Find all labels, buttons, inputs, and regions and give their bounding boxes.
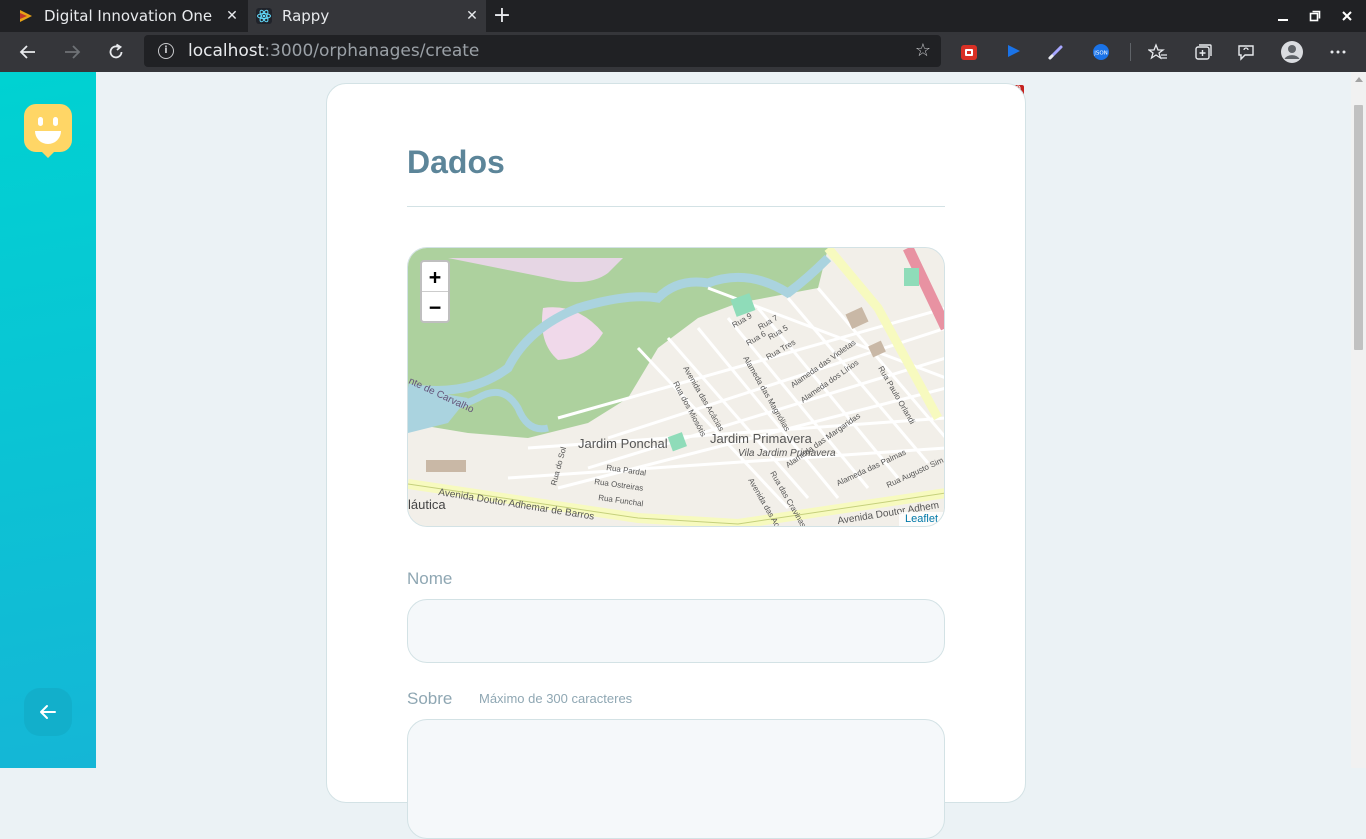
extension-red-icon[interactable] (957, 40, 981, 64)
forward-arrow-icon[interactable] (58, 38, 86, 66)
address-bar[interactable]: i localhost:3000/orphanages/create ☆ (144, 35, 941, 67)
location-map[interactable]: Jardim Ponchal Jardim Primavera Vila Jar… (407, 247, 945, 527)
about-textarea[interactable] (407, 719, 945, 839)
close-tab-icon[interactable]: ✕ (218, 8, 246, 24)
tab-title: Rappy (282, 7, 330, 25)
url-text: localhost:3000/orphanages/create (188, 41, 479, 61)
browser-tab-bar: Digital Innovation One ✕ Rappy ✕ + (0, 0, 1366, 32)
map-label: Vila Jardim Primavera (738, 448, 836, 459)
name-input[interactable] (407, 599, 945, 663)
url-path: :3000/orphanages/create (264, 41, 480, 61)
more-menu-icon[interactable] (1326, 40, 1350, 64)
form-legend: Dados (407, 144, 505, 180)
page-scrollbar[interactable] (1351, 72, 1366, 768)
map-label: Jardim Primavera (710, 431, 813, 446)
dio-icon (20, 10, 32, 22)
tab-rappy[interactable]: Rappy ✕ (248, 0, 486, 32)
react-icon (256, 8, 272, 24)
app-sidebar (0, 72, 96, 768)
about-label: Sobre (407, 689, 453, 708)
map-zoom-control: + − (420, 260, 450, 323)
profile-avatar-icon[interactable] (1280, 40, 1304, 64)
go-back-button[interactable] (24, 688, 72, 736)
smiley-logo-icon (24, 104, 72, 158)
bookmark-star-icon[interactable]: ☆ (915, 40, 931, 61)
browser-toolbar: i localhost:3000/orphanages/create ☆ 1.0… (0, 32, 1366, 96)
close-window-icon[interactable] (1331, 0, 1363, 32)
reload-icon[interactable] (102, 38, 130, 66)
collections-icon[interactable] (1191, 40, 1215, 64)
svg-text:JSON: JSON (1093, 51, 1108, 57)
site-info-icon[interactable]: i (158, 43, 174, 59)
arrow-left-icon (40, 705, 56, 719)
toolbar-divider (1130, 43, 1131, 61)
name-label: Nome (407, 569, 453, 588)
create-orphanage-form: Dados Jardim Ponchal Jardim Primavera Vi… (326, 83, 1026, 839)
legend-divider (407, 206, 945, 207)
map-label: Jardim Ponchal (578, 436, 668, 451)
back-arrow-icon[interactable] (14, 38, 42, 66)
extension-speed-icon[interactable] (1002, 40, 1026, 64)
about-hint: Máximo de 300 caracteres (479, 691, 633, 706)
url-host: localhost (188, 41, 265, 61)
maximize-icon[interactable] (1299, 0, 1331, 32)
minimize-icon[interactable] (1267, 0, 1299, 32)
new-tab-icon[interactable]: + (492, 3, 512, 28)
map-label: láutica (408, 497, 446, 512)
extension-json-icon[interactable]: JSON (1089, 40, 1113, 64)
feedback-icon[interactable] (1234, 40, 1258, 64)
favorites-icon[interactable] (1146, 40, 1170, 64)
extension-pen-icon[interactable] (1044, 40, 1068, 64)
scrollbar-thumb[interactable] (1354, 105, 1363, 350)
map-tiles: Jardim Ponchal Jardim Primavera Vila Jar… (408, 248, 944, 526)
tab-title: Digital Innovation One (44, 7, 213, 25)
zoom-in-button[interactable]: + (422, 262, 448, 291)
scroll-up-icon[interactable] (1355, 77, 1363, 82)
zoom-out-button[interactable]: − (422, 292, 448, 321)
tab-digital-innovation-one[interactable]: Digital Innovation One ✕ (0, 0, 246, 32)
close-tab-icon[interactable]: ✕ (458, 8, 486, 24)
leaflet-attribution-link[interactable]: Leaflet (898, 512, 944, 526)
